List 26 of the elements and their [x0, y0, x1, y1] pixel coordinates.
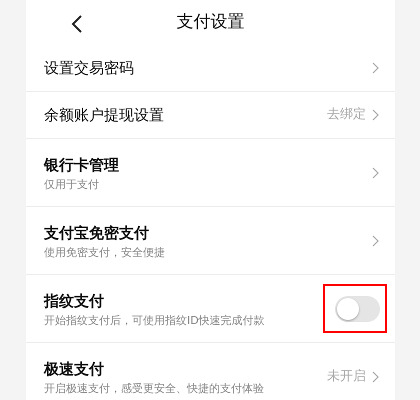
page-title: 支付设置 — [176, 11, 244, 34]
row-subtitle: 开启极速支付，感受更安全、快捷的支付体验 — [44, 382, 265, 394]
settings-row[interactable]: 支付宝免密支付 使用免密支付，安全便捷 — [26, 206, 395, 274]
row-subtitle: 使用免密支付，安全便捷 — [44, 246, 166, 258]
chevron-icon — [372, 109, 379, 121]
toggle-switch[interactable] — [335, 296, 380, 322]
chevron-icon — [372, 166, 379, 178]
row-title: 余额账户提现设置 — [44, 105, 165, 125]
chevron-icon — [372, 234, 379, 246]
settings-row[interactable]: 银行卡管理 仅用于支付 — [26, 138, 395, 206]
row-title: 银行卡管理 — [44, 154, 120, 174]
settings-row[interactable]: 极速支付 开启极速支付，感受更安全、快捷的支付体验 未开启 — [26, 342, 395, 400]
row-title: 支付宝免密支付 — [44, 222, 150, 242]
row-value: 未开启 — [327, 368, 366, 386]
chevron-icon — [372, 62, 379, 74]
settings-row[interactable]: 余额账户提现设置 去绑定 — [26, 91, 395, 138]
settings-row[interactable]: 设置交易密码 — [26, 44, 395, 91]
row-title: 极速支付 — [44, 358, 105, 378]
row-title: 指纹支付 — [44, 290, 105, 310]
row-title: 设置交易密码 — [44, 58, 135, 78]
row-subtitle: 开始指纹支付后，可使用指纹ID快速完成付款 — [44, 314, 266, 326]
row-value: 去绑定 — [327, 106, 366, 124]
chevron-icon — [372, 370, 379, 382]
settings-row[interactable]: 指纹支付 开始指纹支付后，可使用指纹ID快速完成付款 — [26, 274, 395, 342]
row-subtitle: 仅用于支付 — [44, 178, 100, 190]
back-icon[interactable] — [70, 14, 84, 34]
